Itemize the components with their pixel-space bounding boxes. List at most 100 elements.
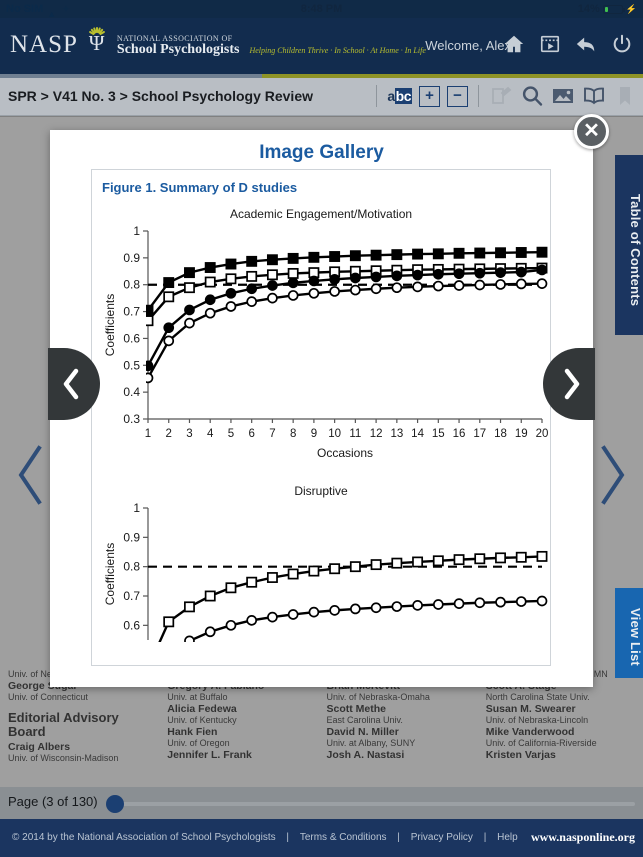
- modal-title: Image Gallery: [259, 142, 384, 163]
- psi-sunburst-icon: Ψ: [82, 27, 112, 58]
- close-icon[interactable]: ✕: [574, 114, 609, 149]
- svg-text:20: 20: [536, 428, 549, 440]
- svg-text:0.9: 0.9: [123, 251, 140, 265]
- back-arrow-icon[interactable]: [575, 32, 597, 56]
- svg-text:13: 13: [390, 428, 403, 440]
- zoom-in-button[interactable]: +: [419, 85, 440, 107]
- battery-percent-label: 14%: [577, 3, 600, 15]
- chart-2-plot: 0.6 0.7 0.8 0.9 1 Coefficients: [103, 501, 548, 642]
- text-size-a: a: [387, 87, 395, 104]
- svg-text:7: 7: [269, 428, 275, 440]
- text-size-bc: bc: [394, 87, 412, 104]
- table-of-contents-tab[interactable]: Table of Contents: [615, 155, 643, 335]
- image-gallery-icon[interactable]: [551, 84, 575, 108]
- svg-text:6: 6: [248, 428, 254, 440]
- org-tagline: Helping Children Thrive · In School · At…: [249, 46, 426, 55]
- svg-text:9: 9: [311, 428, 317, 440]
- svg-text:1: 1: [133, 224, 140, 238]
- previous-page-chevron-icon[interactable]: [14, 440, 48, 510]
- chart-2-title: Disruptive: [294, 484, 348, 498]
- svg-text:0.5: 0.5: [123, 358, 140, 372]
- svg-text:17: 17: [473, 428, 486, 440]
- power-icon[interactable]: [611, 32, 633, 56]
- svg-text:2: 2: [166, 428, 172, 440]
- svg-text:19: 19: [515, 428, 528, 440]
- note-edit-icon[interactable]: [489, 84, 513, 108]
- zoom-out-button[interactable]: −: [447, 85, 468, 107]
- book-icon[interactable]: [582, 84, 606, 108]
- figure-panel: Figure 1. Summary of D studies Academic …: [91, 169, 551, 666]
- svg-text:0.8: 0.8: [123, 278, 140, 292]
- copyright-label: © 2014 by the National Association of Sc…: [12, 832, 276, 843]
- chart-1-title: Academic Engagement/Motivation: [229, 207, 413, 221]
- svg-text:4: 4: [207, 428, 214, 440]
- svg-text:15: 15: [432, 428, 445, 440]
- page-slider-knob[interactable]: [106, 795, 124, 813]
- toolbar-controls: abc + −: [373, 84, 637, 108]
- svg-text:18: 18: [494, 428, 507, 440]
- footer-sep-1: |: [286, 832, 290, 843]
- toolbar-divider: [376, 85, 378, 107]
- svg-text:3: 3: [186, 428, 192, 440]
- footer-sep-3: |: [483, 832, 487, 843]
- svg-text:0.9: 0.9: [123, 530, 140, 544]
- bookmark-icon[interactable]: [613, 84, 637, 108]
- terms-link[interactable]: Terms & Conditions: [300, 832, 387, 843]
- charging-bolt-icon: ⚡: [625, 4, 637, 14]
- page-slider-bar: Page (3 of 130): [0, 787, 643, 819]
- svg-text:11: 11: [349, 428, 361, 440]
- app-root: No SIM ✦ 8:48 PM 14% ⚡ NASP Ψ: [0, 0, 643, 857]
- svg-text:0.8: 0.8: [123, 560, 140, 574]
- svg-text:1: 1: [145, 428, 151, 440]
- view-list-tab[interactable]: View List: [615, 588, 643, 678]
- chart-disruptive: Disruptive 0.6 0.7 0.8 0.9 1 Coefficients: [92, 484, 550, 653]
- page-slider-track[interactable]: [108, 802, 635, 806]
- video-player-icon[interactable]: [539, 32, 561, 56]
- svg-text:Occasions: Occasions: [317, 446, 373, 460]
- privacy-link[interactable]: Privacy Policy: [411, 832, 473, 843]
- breadcrumb[interactable]: SPR > V41 No. 3 > School Psychology Revi…: [8, 88, 313, 104]
- svg-text:8: 8: [290, 428, 296, 440]
- org-line-2: School Psychologists: [116, 42, 240, 58]
- document-toolbar: SPR > V41 No. 3 > School Psychology Revi…: [0, 78, 643, 116]
- image-gallery-modal: ✕ Image Gallery Figure 1. Summary of D s…: [48, 114, 609, 687]
- website-link[interactable]: www.nasponline.org: [531, 830, 635, 845]
- svg-text:16: 16: [453, 428, 466, 440]
- status-time: 8:48 PM: [300, 3, 343, 15]
- svg-text:14: 14: [411, 428, 424, 440]
- welcome-label: Welcome, Alex: [425, 38, 511, 53]
- svg-text:0.6: 0.6: [123, 331, 140, 345]
- org-name: National Association of School Psycholog…: [116, 34, 240, 58]
- svg-text:10: 10: [328, 428, 341, 440]
- site-header: NASP Ψ National Association of School Ps…: [0, 18, 643, 74]
- svg-text:1: 1: [133, 501, 140, 515]
- footer-links: © 2014 by the National Association of Sc…: [8, 832, 522, 843]
- svg-text:0.7: 0.7: [123, 305, 140, 319]
- chart-1-plot: 0.30.40.50.60.70.80.911 2 3 4 5 6 7 8 9 10 11 12 13 1…: [103, 224, 549, 460]
- ios-status-bar: No SIM ✦ 8:48 PM 14% ⚡: [0, 0, 643, 18]
- site-footer: © 2014 by the National Association of Sc…: [0, 819, 643, 857]
- svg-text:Coefficients: Coefficients: [103, 543, 117, 605]
- svg-text:Coefficients: Coefficients: [103, 294, 117, 356]
- header-icon-group: [503, 32, 633, 56]
- status-right: 14% ⚡: [578, 0, 637, 18]
- nasp-logo[interactable]: NASP Ψ National Association of School Ps…: [10, 27, 426, 58]
- text-size-button[interactable]: abc: [387, 87, 412, 106]
- svg-text:0.7: 0.7: [123, 589, 140, 603]
- battery-icon: [602, 4, 625, 14]
- svg-text:0.4: 0.4: [123, 385, 140, 399]
- svg-text:5: 5: [228, 428, 234, 440]
- figure-caption: Figure 1. Summary of D studies: [102, 180, 298, 195]
- footer-sep-2: |: [397, 832, 400, 843]
- logo-wordmark: NASP: [10, 31, 78, 58]
- page-indicator-label: Page (3 of 130): [8, 794, 98, 809]
- next-page-chevron-icon[interactable]: [595, 440, 629, 510]
- chart-academic-engagement: Academic Engagement/Motivation 0.3 0.4 0.5…: [92, 207, 550, 476]
- svg-text:0.3: 0.3: [123, 412, 140, 426]
- search-icon[interactable]: [520, 84, 544, 108]
- toolbar-divider-2: [478, 85, 479, 107]
- help-link[interactable]: Help: [497, 832, 518, 843]
- svg-text:12: 12: [370, 428, 383, 440]
- svg-text:0.6: 0.6: [123, 618, 140, 632]
- home-icon[interactable]: [503, 32, 525, 56]
